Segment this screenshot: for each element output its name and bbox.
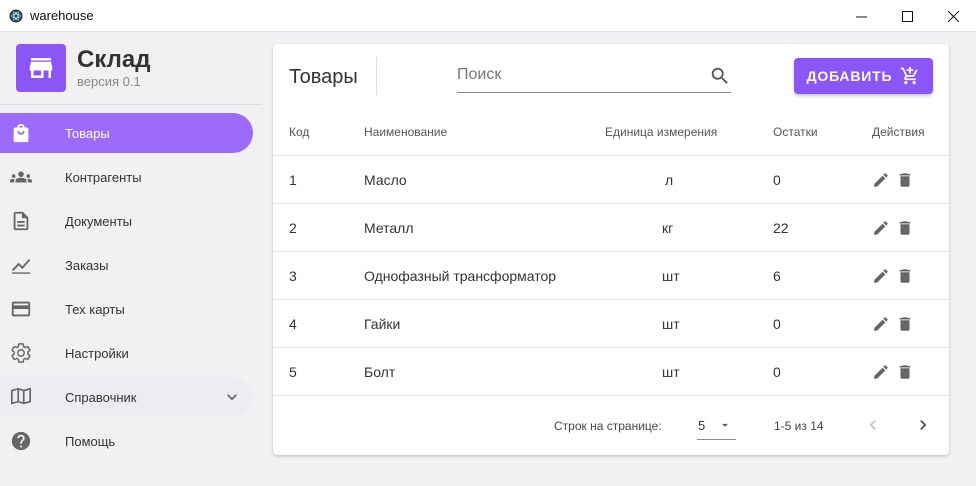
window-title: warehouse	[30, 8, 94, 23]
delete-icon[interactable]	[896, 363, 914, 381]
cell-unit: л	[665, 172, 674, 188]
gear-icon	[10, 342, 32, 364]
delete-icon[interactable]	[896, 171, 914, 189]
cell-name: Болт	[364, 364, 396, 380]
cell-unit: кг	[662, 220, 674, 236]
rows-per-page-value: 5	[698, 418, 706, 433]
card-icon	[10, 298, 32, 320]
book-icon	[10, 386, 32, 408]
delete-icon[interactable]	[896, 219, 914, 237]
sidebar-item-settings[interactable]: Настройки	[0, 333, 253, 373]
cell-code: 4	[289, 316, 297, 332]
dropdown-arrow-icon	[722, 423, 728, 427]
people-icon	[10, 166, 32, 188]
sidebar-item-documents[interactable]: Документы	[0, 201, 253, 241]
sidebar-item-reference[interactable]: Справочник	[0, 377, 252, 417]
cell-name: Металл	[364, 220, 414, 236]
close-window-button[interactable]	[930, 0, 976, 32]
brand-title: Склад	[77, 46, 151, 73]
column-header-code[interactable]: Код	[289, 125, 309, 139]
add-button-label: ДОБАВИТЬ	[806, 68, 893, 84]
maximize-button[interactable]	[884, 0, 930, 32]
cell-stock: 22	[773, 220, 789, 236]
sidebar-divider	[0, 104, 262, 105]
sidebar-item-label: Тех карты	[65, 301, 125, 317]
sidebar-item-label: Товары	[65, 125, 110, 141]
document-icon	[10, 210, 32, 232]
sidebar-item-label: Справочник	[65, 389, 137, 405]
table-row[interactable]: 1 Масло л 0	[273, 156, 949, 204]
cell-unit: шт	[662, 364, 680, 380]
cell-stock: 0	[773, 316, 781, 332]
sidebar-item-counterparties[interactable]: Контрагенты	[0, 157, 253, 197]
table-header: Код Наименование Единица измерения Остат…	[273, 108, 949, 156]
sidebar-item-products[interactable]: Товары	[0, 113, 253, 153]
products-card: Товары ДОБАВИТЬ Код Наименование Единица…	[273, 44, 949, 455]
help-icon	[10, 430, 32, 452]
search-icon[interactable]	[709, 65, 731, 87]
rows-per-page-label: Строк на странице:	[554, 419, 662, 433]
edit-icon[interactable]	[872, 267, 890, 285]
cell-unit: шт	[662, 316, 680, 332]
cell-stock: 0	[773, 364, 781, 380]
chart-line-icon	[10, 254, 32, 276]
brand: Склад версия 0.1	[16, 44, 150, 92]
sidebar-item-label: Контрагенты	[65, 169, 142, 185]
search-input[interactable]	[457, 60, 697, 90]
close-icon	[947, 10, 959, 22]
search-field[interactable]	[457, 60, 731, 93]
table-pagination: Строк на странице: 5 1-5 из 14	[273, 396, 949, 455]
cell-code: 2	[289, 220, 297, 236]
shopping-bag-icon	[10, 122, 32, 144]
add-product-button[interactable]: ДОБАВИТЬ	[794, 58, 933, 94]
column-header-actions: Действия	[872, 125, 925, 139]
sidebar-item-label: Документы	[65, 213, 133, 229]
sidebar: Склад версия 0.1 Товары Контрагенты Доку…	[0, 32, 262, 486]
pagination-range: 1-5 из 14	[774, 419, 824, 433]
cell-code: 1	[289, 172, 297, 188]
page-title: Товары	[289, 66, 358, 88]
chevron-down-icon	[227, 394, 237, 401]
scrollbar[interactable]	[964, 32, 976, 486]
title-divider	[376, 57, 377, 95]
store-logo-icon	[16, 44, 66, 92]
edit-icon[interactable]	[872, 219, 890, 237]
minimize-icon	[855, 16, 867, 17]
edit-icon[interactable]	[872, 171, 890, 189]
cell-unit: шт	[662, 268, 680, 284]
sidebar-item-tech-cards[interactable]: Тех карты	[0, 289, 253, 329]
edit-icon[interactable]	[872, 315, 890, 333]
sidebar-item-label: Заказы	[65, 257, 109, 273]
minimize-button[interactable]	[838, 0, 884, 32]
sidebar-item-orders[interactable]: Заказы	[0, 245, 253, 285]
table-row[interactable]: 2 Металл кг 22	[273, 204, 949, 252]
sidebar-item-label: Настройки	[65, 345, 129, 361]
rows-per-page-select[interactable]: 5	[697, 410, 736, 440]
table-row[interactable]: 3 Однофазный трансформатор шт 6	[273, 252, 949, 300]
cell-stock: 0	[773, 172, 781, 188]
maximize-icon	[901, 10, 913, 22]
sidebar-item-label: Помощь	[65, 433, 116, 449]
window-titlebar: warehouse	[0, 0, 976, 32]
column-header-stock[interactable]: Остатки	[773, 125, 818, 139]
cell-name: Масло	[364, 172, 407, 188]
cell-name: Гайки	[364, 316, 401, 332]
add-cart-icon	[901, 66, 918, 85]
column-header-name[interactable]: Наименование	[364, 125, 447, 139]
edit-icon[interactable]	[872, 363, 890, 381]
previous-page-icon[interactable]	[863, 415, 883, 435]
next-page-icon[interactable]	[913, 415, 933, 435]
table-row[interactable]: 5 Болт шт 0	[273, 348, 949, 396]
brand-version: версия 0.1	[77, 74, 141, 89]
cell-code: 5	[289, 364, 297, 380]
cell-code: 3	[289, 268, 297, 284]
delete-icon[interactable]	[896, 267, 914, 285]
cell-name: Однофазный трансформатор	[364, 268, 557, 284]
column-header-unit[interactable]: Единица измерения	[605, 125, 717, 139]
delete-icon[interactable]	[896, 315, 914, 333]
cell-stock: 6	[773, 268, 781, 284]
table-row[interactable]: 4 Гайки шт 0	[273, 300, 949, 348]
sidebar-item-help[interactable]: Помощь	[0, 421, 253, 461]
app-icon	[9, 9, 23, 22]
